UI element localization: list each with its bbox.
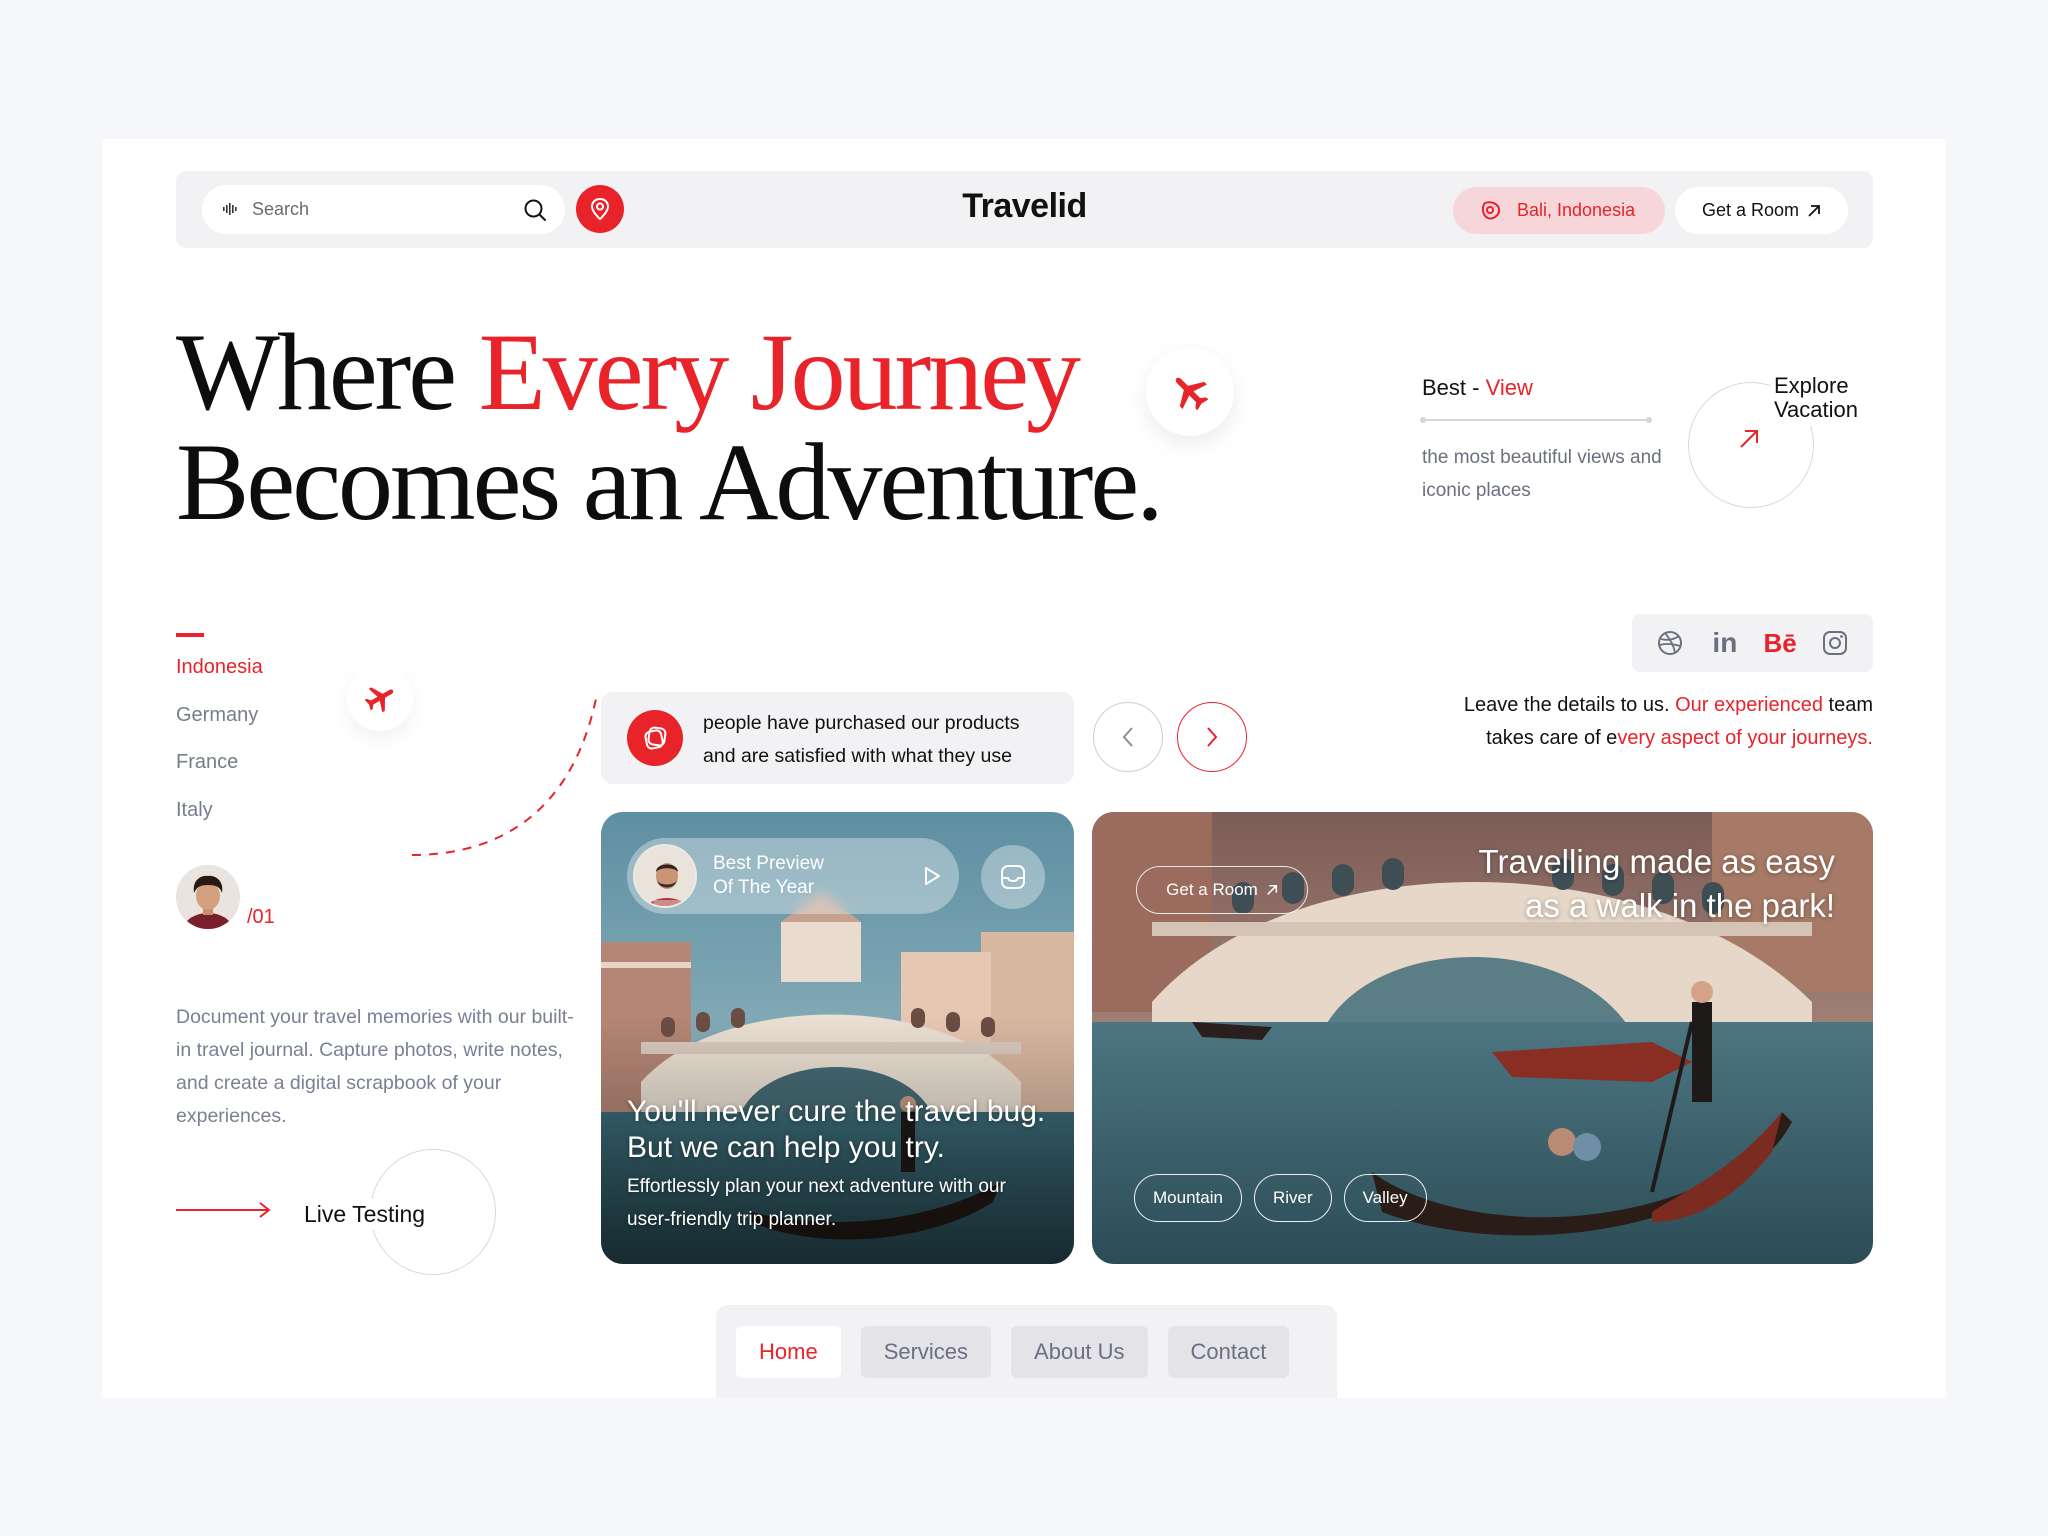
country-list: Indonesia Germany France Italy bbox=[176, 656, 263, 846]
get-room-chip[interactable]: Get a Room bbox=[1136, 866, 1308, 914]
country-item[interactable]: Indonesia bbox=[176, 656, 263, 704]
purchase-line-2: and are satisfied with what they use bbox=[703, 745, 1012, 767]
tagline-part: Leave the details to us. bbox=[1463, 694, 1676, 716]
tagline-highlight: very aspect of your journeys. bbox=[1617, 727, 1873, 749]
location-selector[interactable]: Bali, Indonesia bbox=[1453, 187, 1665, 234]
chevron-right-icon bbox=[1207, 727, 1218, 747]
search-icon[interactable] bbox=[523, 198, 547, 222]
card-subtext: Effortlessly plan your next adventure wi… bbox=[627, 1176, 1006, 1230]
best-view-block: Best - View the most beautiful views and… bbox=[1420, 375, 1662, 507]
journal-description: Document your travel memories with our b… bbox=[176, 1006, 574, 1127]
slider-line bbox=[1420, 417, 1652, 423]
hero-word-where: Where bbox=[176, 311, 479, 433]
explore-label: Explore Vacation bbox=[1770, 372, 1862, 426]
play-icon[interactable] bbox=[921, 864, 943, 888]
preview-line-1: Best Preview bbox=[713, 853, 824, 874]
avatar bbox=[633, 844, 697, 908]
tag-chip[interactable]: River bbox=[1253, 1174, 1332, 1222]
hero-heading: Where Every Journey Becomes an Adventure… bbox=[176, 317, 1164, 543]
tag-chip[interactable]: Valley bbox=[1343, 1174, 1427, 1222]
bottom-nav: Home Services About Us Contact bbox=[716, 1305, 1337, 1398]
country-item[interactable]: Italy bbox=[176, 799, 263, 847]
get-room-label: Get a Room bbox=[1701, 200, 1800, 220]
location-pin-icon bbox=[590, 197, 610, 221]
active-indicator bbox=[176, 633, 204, 637]
airplane-icon bbox=[364, 687, 394, 713]
tagline: Leave the details to us. Our experienced… bbox=[1402, 689, 1873, 755]
explore-vacation-button[interactable]: Explore Vacation bbox=[1684, 372, 1908, 508]
preview-card[interactable]: Best Preview Of The Year You'll never cu… bbox=[601, 812, 1074, 1264]
chevron-left-icon bbox=[1122, 727, 1133, 747]
linkedin-icon[interactable]: in bbox=[1708, 626, 1742, 660]
country-item[interactable]: Germany bbox=[176, 704, 263, 752]
best-view-title: Best - View bbox=[1422, 375, 1662, 401]
best-preview-text: Best Preview Of The Year bbox=[713, 852, 824, 900]
card-headline-2: But we can help you try. bbox=[627, 1131, 945, 1164]
next-button[interactable] bbox=[1177, 702, 1247, 772]
inbox-icon bbox=[1001, 865, 1025, 889]
hero-line-2: Becomes an Adventure. bbox=[176, 421, 1164, 543]
feature-headline-2: as a walk in the park! bbox=[1525, 887, 1835, 924]
hero-highlight: Every Journey bbox=[478, 311, 1081, 433]
avatar-image bbox=[176, 865, 240, 929]
card-headline-1: You'll never cure the travel bug. bbox=[627, 1095, 1046, 1128]
page-container: Travelid Bali, Indonesia Get a Room Wher… bbox=[102, 139, 1946, 1398]
purchase-line-1: people have purchased our products bbox=[703, 712, 1020, 734]
social-links: in Bē bbox=[1632, 614, 1873, 672]
arrow-up-right-icon bbox=[1808, 204, 1820, 217]
avatar-counter: /01 bbox=[247, 906, 275, 928]
prev-button[interactable] bbox=[1093, 702, 1163, 772]
map-icon bbox=[1481, 200, 1501, 219]
tagline-part: team bbox=[1822, 694, 1873, 716]
stack-icon bbox=[627, 710, 683, 766]
nav-home[interactable]: Home bbox=[736, 1325, 841, 1378]
feature-card[interactable]: Get a Room Travelling made as easy as a … bbox=[1092, 812, 1873, 1264]
explore-label-1: Explore bbox=[1774, 373, 1849, 398]
tag-list: Mountain River Valley bbox=[1134, 1174, 1427, 1222]
instagram-icon[interactable] bbox=[1818, 626, 1852, 660]
top-bar: Travelid Bali, Indonesia Get a Room bbox=[176, 171, 1873, 248]
plane-marker bbox=[347, 665, 413, 731]
behance-icon[interactable]: Bē bbox=[1763, 626, 1797, 660]
country-item[interactable]: France bbox=[176, 751, 263, 799]
feature-headline-1: Travelling made as easy bbox=[1478, 843, 1835, 880]
avatar[interactable] bbox=[176, 865, 240, 929]
tagline-highlight: Our experienced bbox=[1675, 694, 1823, 716]
location-label: Bali, Indonesia bbox=[1517, 200, 1636, 220]
preview-line-2: Of The Year bbox=[713, 877, 815, 898]
get-room-button[interactable]: Get a Room bbox=[1675, 187, 1848, 234]
best-preview-pill[interactable]: Best Preview Of The Year bbox=[627, 838, 959, 914]
best-view-title-b: View bbox=[1485, 375, 1533, 400]
best-view-desc: the most beautiful views and iconic plac… bbox=[1422, 447, 1662, 501]
nav-about-us[interactable]: About Us bbox=[1011, 1325, 1148, 1378]
mic-icon[interactable] bbox=[222, 202, 238, 216]
plane-badge bbox=[1146, 348, 1234, 436]
tagline-part: takes care of e bbox=[1486, 727, 1618, 749]
search-input[interactable] bbox=[252, 194, 512, 224]
tag-chip[interactable]: Mountain bbox=[1134, 1174, 1242, 1222]
explore-label-2: Vacation bbox=[1774, 397, 1858, 422]
purchase-info: people have purchased our products and a… bbox=[601, 692, 1074, 784]
search-box[interactable] bbox=[202, 185, 565, 234]
get-room-chip-label: Get a Room bbox=[1166, 880, 1258, 899]
live-testing-button[interactable]: Live Testing bbox=[298, 1199, 432, 1230]
arrow-up-right-icon bbox=[1740, 430, 1758, 448]
purchase-text: people have purchased our products and a… bbox=[703, 707, 1020, 773]
location-button[interactable] bbox=[576, 185, 624, 233]
nav-services[interactable]: Services bbox=[860, 1325, 992, 1378]
arrow-up-right-icon bbox=[1266, 884, 1277, 895]
airplane-icon bbox=[1175, 377, 1209, 411]
card-headline: You'll never cure the travel bug. But we… bbox=[627, 1094, 1057, 1166]
best-view-title-a: Best - bbox=[1422, 375, 1486, 400]
inbox-button[interactable] bbox=[981, 845, 1045, 909]
feature-headline: Travelling made as easy as a walk in the… bbox=[1479, 840, 1835, 928]
dribbble-icon[interactable] bbox=[1653, 626, 1687, 660]
nav-contact[interactable]: Contact bbox=[1167, 1325, 1290, 1378]
arrow-right-icon bbox=[176, 1202, 271, 1218]
